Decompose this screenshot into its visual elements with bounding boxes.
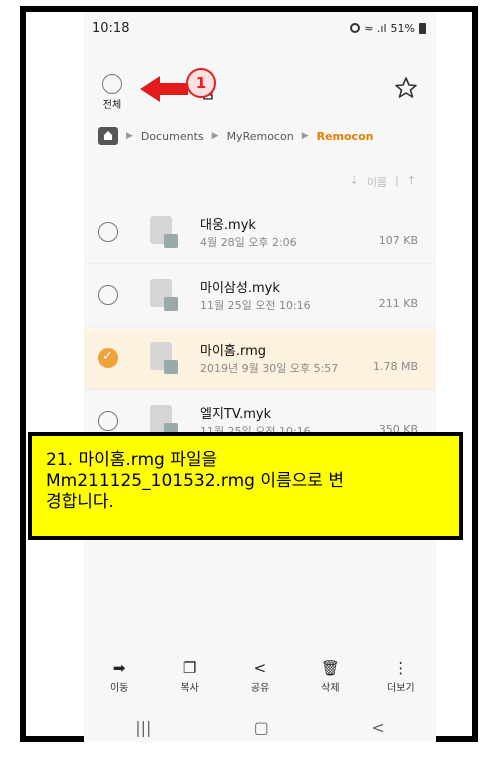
file-name: 마이홈.rmg <box>200 344 267 359</box>
file-date: 2019년 9월 30일 오후 5:57 <box>200 362 339 375</box>
instruction-text: 21. 마이홈.rmg 파일을 Mm211125_101532.rmg 이름으로… <box>32 436 459 536</box>
file-checkbox[interactable] <box>98 285 118 305</box>
list-item[interactable]: 마이삼성.myk 11월 25일 오전 10:16 211 KB <box>84 267 436 327</box>
instruction-line-2: Mm211125_101532.rmg 이름으로 변 <box>46 471 344 491</box>
system-nav-bar: ||| ▢ < <box>84 712 436 742</box>
file-size: 1.78 MB <box>372 360 418 373</box>
breadcrumb-item-remocon[interactable]: Remocon <box>317 130 374 143</box>
file-name: 대웅.myk <box>200 218 256 233</box>
home-icon[interactable] <box>98 127 118 145</box>
file-name: 엘지TV.myk <box>200 407 272 422</box>
file-date: 4월 28일 오후 2:06 <box>200 236 297 249</box>
bottom-toolbar: ➡ 이동 ❐ 복사 < 공유 🗑 삭제 ⋮ 더보기 <box>84 652 436 700</box>
delete-icon: 🗑 <box>320 658 340 677</box>
instruction-line-1: 21. 마이홈.rmg 파일을 <box>46 450 218 470</box>
delete-label: 삭제 <box>321 682 340 694</box>
delete-button[interactable]: 🗑 삭제 <box>300 659 360 694</box>
file-size: 211 KB <box>378 297 418 310</box>
file-name: 마이삼성.myk <box>200 281 280 296</box>
breadcrumb-item-documents[interactable]: Documents <box>141 130 204 143</box>
select-all-label: 전체 <box>102 100 122 111</box>
star-icon[interactable] <box>394 76 418 100</box>
more-button[interactable]: ⋮ 더보기 <box>371 659 431 694</box>
battery-level: 51% <box>390 21 415 35</box>
instruction-line-3: 경합니다. <box>46 492 114 512</box>
signal-icon: ≈ .ıl <box>364 21 387 35</box>
copy-label: 복사 <box>180 682 199 694</box>
instruction-callout: 21. 마이홈.rmg 파일을 Mm211125_101532.rmg 이름으로… <box>28 432 463 540</box>
sort-control[interactable]: ⇣ 이름 | ↑ <box>350 174 416 190</box>
chevron-right-icon: ▶ <box>301 131 309 141</box>
list-item-selected[interactable]: 마이홈.rmg 2019년 9월 30일 오후 5:57 1.78 MB <box>84 330 436 390</box>
move-icon: ➡ <box>112 658 126 677</box>
breadcrumb: ▶ Documents ▶ MyRemocon ▶ Remocon <box>98 124 373 148</box>
phone-screen: 10:18 ≈ .ıl 51% 전체 됨 1 ▶ Docu <box>84 12 436 742</box>
file-icon <box>150 342 180 376</box>
select-all-button[interactable]: 전체 <box>94 74 130 111</box>
share-icon: < <box>253 658 267 677</box>
recent-apps-button[interactable]: ||| <box>135 718 151 737</box>
share-label: 공유 <box>250 682 270 694</box>
file-checkbox-checked[interactable] <box>98 348 118 368</box>
status-time: 10:18 <box>92 20 130 36</box>
file-list: 대웅.myk 4월 28일 오후 2:06 107 KB 마이삼성.myk 11… <box>84 204 436 456</box>
file-date: 11월 25일 오전 10:16 <box>200 299 311 312</box>
selection-header: 전체 됨 <box>84 68 436 120</box>
chevron-right-icon: ▶ <box>211 131 219 141</box>
alarm-icon <box>350 23 361 33</box>
share-button[interactable]: < 공유 <box>230 659 290 694</box>
battery-icon <box>419 22 426 34</box>
sort-direction-arrow[interactable]: ↑ <box>407 174 416 190</box>
breadcrumb-item-myremocon[interactable]: MyRemocon <box>227 130 294 143</box>
list-item[interactable]: 대웅.myk 4월 28일 오후 2:06 107 KB <box>84 204 436 264</box>
sort-icon: ⇣ <box>349 174 359 187</box>
back-button[interactable]: < <box>371 718 384 737</box>
file-icon <box>150 279 180 313</box>
screenshot-frame: 10:18 ≈ .ıl 51% 전체 됨 1 ▶ Docu <box>20 6 478 742</box>
more-icon: ⋮ <box>393 658 409 677</box>
file-checkbox[interactable] <box>98 222 118 242</box>
file-size: 107 KB <box>378 234 418 247</box>
copy-button[interactable]: ❐ 복사 <box>160 659 220 694</box>
select-all-checkbox[interactable] <box>102 74 122 94</box>
copy-icon: ❐ <box>182 658 197 677</box>
home-button[interactable]: ▢ <box>254 718 269 737</box>
move-button[interactable]: ➡ 이동 <box>89 659 149 694</box>
move-label: 이동 <box>109 682 129 694</box>
status-bar: 10:18 ≈ .ıl 51% <box>84 12 436 44</box>
sort-divider: | <box>395 174 399 187</box>
more-label: 더보기 <box>386 682 415 694</box>
file-checkbox[interactable] <box>98 411 118 431</box>
step-number-badge: 1 <box>186 68 216 98</box>
status-indicators: ≈ .ıl 51% <box>350 22 426 35</box>
file-icon <box>150 216 180 250</box>
chevron-right-icon: ▶ <box>126 131 133 141</box>
sort-label[interactable]: 이름 <box>367 174 387 190</box>
